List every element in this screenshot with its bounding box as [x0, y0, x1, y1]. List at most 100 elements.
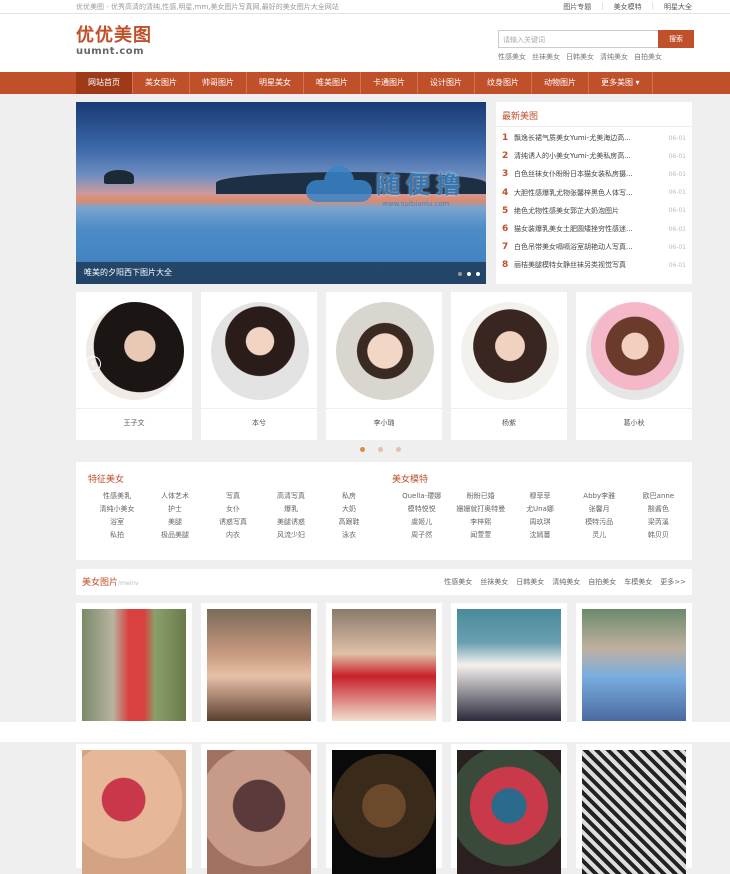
model-tag[interactable]: 灵儿 — [570, 530, 629, 540]
model-tag[interactable]: Abby李雅 — [570, 491, 629, 501]
model-tag[interactable]: 李梓熙 — [451, 517, 510, 527]
hot-word[interactable]: 清纯美女 — [600, 52, 628, 62]
top-link-stars[interactable]: 明星大全 — [662, 2, 694, 12]
feature-tag[interactable]: 女仆 — [204, 504, 262, 514]
feature-tag[interactable]: 内衣 — [204, 530, 262, 540]
slider-dot-active[interactable] — [467, 272, 471, 276]
item-title[interactable]: 清纯诱人的小美女Yumi-尤美私房高... — [514, 151, 665, 161]
star-card[interactable]: 葛小秋 — [576, 292, 692, 440]
feature-tag[interactable]: 护士 — [146, 504, 204, 514]
feature-tag[interactable]: 清纯小美女 — [88, 504, 146, 514]
section-link[interactable]: 车模美女 — [624, 577, 652, 587]
feature-tag[interactable]: 诱惑写真 — [204, 517, 262, 527]
section-link[interactable]: 丝袜美女 — [480, 577, 508, 587]
star-card[interactable]: 本兮 — [201, 292, 317, 440]
section-link[interactable]: 清纯美女 — [552, 577, 580, 587]
photo-card[interactable] — [201, 744, 317, 874]
model-tag[interactable]: 穆菲菲 — [510, 491, 569, 501]
section-link[interactable]: 自拍美女 — [588, 577, 616, 587]
carousel-dot[interactable] — [396, 447, 401, 452]
model-tag[interactable]: 欧巴anne — [629, 491, 688, 501]
feature-tag[interactable]: 大奶 — [320, 504, 378, 514]
photo-card[interactable] — [576, 744, 692, 874]
feature-tag[interactable]: 人体艺术 — [146, 491, 204, 501]
photo-card[interactable] — [326, 603, 442, 727]
slider-dot[interactable] — [458, 272, 462, 276]
feature-tag[interactable]: 爆乳 — [262, 504, 320, 514]
star-card[interactable]: ‹ 王子文 — [76, 292, 192, 440]
list-item[interactable]: 4 大胆性感爆乳尤物张馨梓黑色人体写... 06-01 — [502, 184, 686, 202]
feature-tag[interactable]: 写真 — [204, 491, 262, 501]
photo-card[interactable] — [76, 744, 192, 874]
list-item[interactable]: 8 丽桔美腿模特女静丝袜另类视觉写真 06-01 — [502, 256, 686, 274]
photo-card[interactable] — [326, 744, 442, 874]
feature-tag[interactable]: 泳衣 — [320, 530, 378, 540]
top-link-models[interactable]: 美女模特 — [612, 2, 644, 12]
search-button[interactable]: 搜索 — [658, 30, 694, 48]
star-card[interactable]: 杨紫 — [451, 292, 567, 440]
item-title[interactable]: 大胆性感爆乳尤物张馨梓黑色人体写... — [514, 188, 665, 198]
list-item[interactable]: 1 飘逸长裙气质美女Yumi-尤美海边高... 06-01 — [502, 129, 686, 147]
model-tag[interactable]: 模特悦悦 — [392, 504, 451, 514]
item-title[interactable]: 白色吊带美女嗝嗝浴室胡艳动人写真... — [514, 242, 665, 252]
model-tag[interactable]: 尤Una娜 — [510, 504, 569, 514]
nav-item-home[interactable]: 网站首页 — [76, 72, 133, 94]
site-logo[interactable]: 优优美图 uumnt.com — [76, 26, 152, 58]
feature-tag[interactable]: 性感美乳 — [88, 491, 146, 501]
list-item[interactable]: 6 猫女装爆乳美女土肥圆矮挫穷性感迷... 06-01 — [502, 220, 686, 238]
section-link[interactable]: 更多>> — [660, 577, 686, 587]
model-tag[interactable]: 姗姗就打奥特曼 — [451, 504, 510, 514]
star-card[interactable]: 李小璐 — [326, 292, 442, 440]
item-title[interactable]: 丽桔美腿模特女静丝袜另类视觉写真 — [514, 260, 665, 270]
feature-tag[interactable]: 风流少妇 — [262, 530, 320, 540]
nav-item-animal[interactable]: 动物图片 — [532, 72, 589, 94]
feature-tag[interactable]: 极品美腿 — [146, 530, 204, 540]
slider-dot[interactable] — [476, 272, 480, 276]
top-link-topics[interactable]: 图片专题 — [561, 2, 593, 12]
feature-tag[interactable]: 高清写真 — [262, 491, 320, 501]
item-title[interactable]: 猫女装爆乳美女土肥圆矮挫穷性感迷... — [514, 224, 665, 234]
feature-tag[interactable]: 私拍 — [88, 530, 146, 540]
photo-card[interactable] — [576, 603, 692, 727]
list-item[interactable]: 5 绝色尤物性感美女郭芷大奶泡图片 06-01 — [502, 202, 686, 220]
hot-word[interactable]: 丝袜美女 — [532, 52, 560, 62]
model-tag[interactable]: 张馨月 — [570, 504, 629, 514]
feature-tag[interactable]: 美腿诱惑 — [262, 517, 320, 527]
model-tag[interactable]: 闻萱萱 — [451, 530, 510, 540]
nav-item-more[interactable]: 更多美图 ▾ — [589, 72, 653, 94]
photo-card[interactable] — [451, 744, 567, 874]
model-tag[interactable]: 周玖琪 — [510, 517, 569, 527]
item-title[interactable]: 飘逸长裙气质美女Yumi-尤美海边高... — [514, 133, 665, 143]
feature-tag[interactable]: 高跟鞋 — [320, 517, 378, 527]
search-input[interactable]: 请输入关键词 — [498, 30, 658, 48]
chevron-left-icon[interactable]: ‹ — [85, 356, 101, 372]
feature-tag[interactable]: 浴室 — [88, 517, 146, 527]
nav-item-aesthetic[interactable]: 唯美图片 — [304, 72, 361, 94]
model-tag[interactable]: 梁芮溪 — [629, 517, 688, 527]
nav-item-design[interactable]: 设计图片 — [418, 72, 475, 94]
item-title[interactable]: 绝色尤物性感美女郭芷大奶泡图片 — [514, 206, 665, 216]
nav-item-handsome[interactable]: 帅哥图片 — [190, 72, 247, 94]
feature-tag[interactable]: 私房 — [320, 491, 378, 501]
model-tag[interactable]: 周子然 — [392, 530, 451, 540]
photo-card[interactable] — [201, 603, 317, 727]
hot-word[interactable]: 性感美女 — [498, 52, 526, 62]
hot-word[interactable]: 日韩美女 — [566, 52, 594, 62]
list-item[interactable]: 7 白色吊带美女嗝嗝浴室胡艳动人写真... 06-01 — [502, 238, 686, 256]
section-link[interactable]: 日韩美女 — [516, 577, 544, 587]
photo-card[interactable] — [451, 603, 567, 727]
nav-item-celebrity[interactable]: 明星美女 — [247, 72, 304, 94]
carousel-dot[interactable] — [378, 447, 383, 452]
nav-item-beauty[interactable]: 美女图片 — [133, 72, 190, 94]
model-tag[interactable]: 虞姬儿 — [392, 517, 451, 527]
carousel-dot-active[interactable] — [360, 447, 365, 452]
model-tag[interactable]: 酸酱色 — [629, 504, 688, 514]
hot-word[interactable]: 自拍美女 — [634, 52, 662, 62]
model-tag[interactable]: 韩贝贝 — [629, 530, 688, 540]
feature-tag[interactable]: 美腿 — [146, 517, 204, 527]
model-tag[interactable]: 盼盼已婚 — [451, 491, 510, 501]
item-title[interactable]: 白色丝袜女仆盼盼日本猫女装私房摄... — [514, 169, 665, 179]
slider-caption[interactable]: 唯美的夕阳西下图片大全 — [76, 262, 486, 284]
list-item[interactable]: 3 白色丝袜女仆盼盼日本猫女装私房摄... 06-01 — [502, 165, 686, 183]
section-link[interactable]: 性感美女 — [444, 577, 472, 587]
